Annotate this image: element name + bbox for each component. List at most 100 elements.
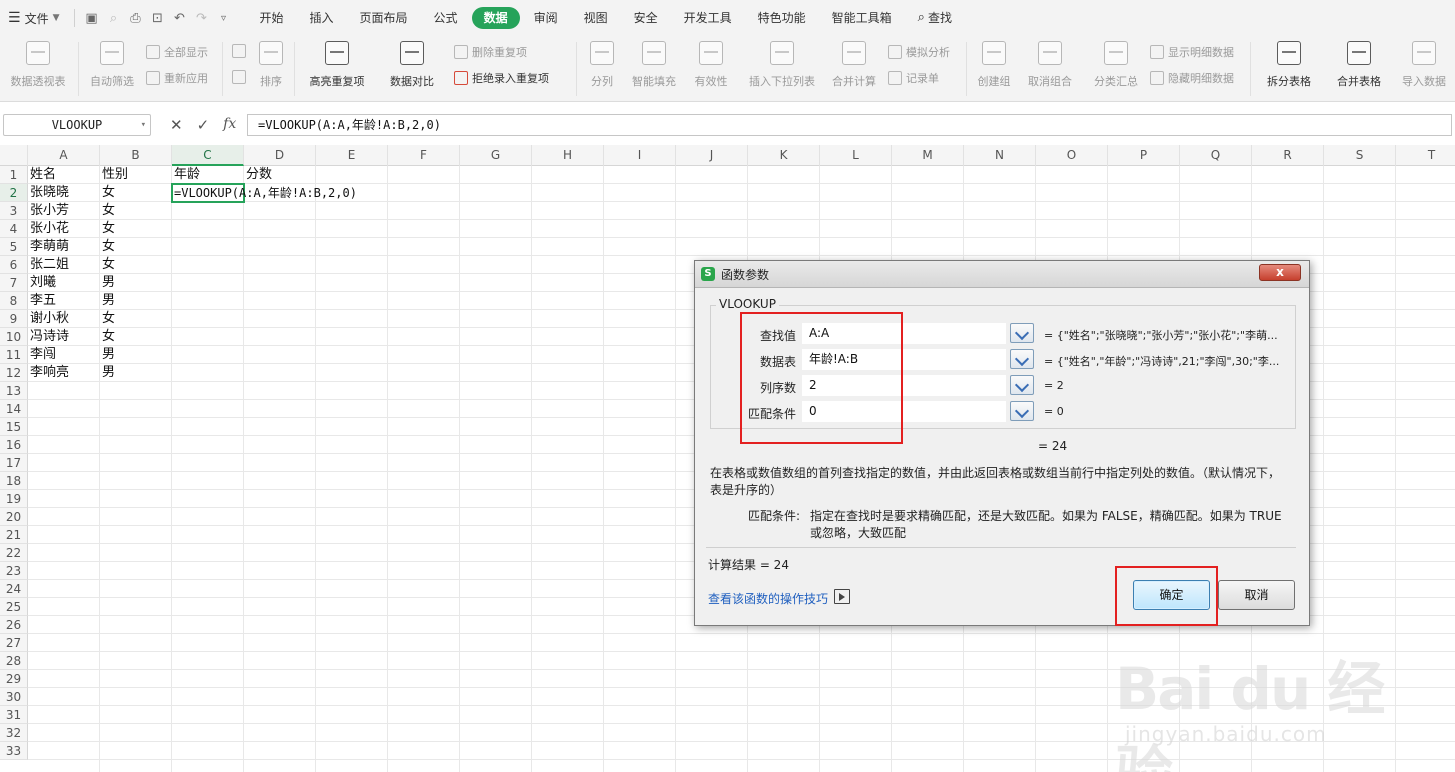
cell-B6[interactable]: 女 — [100, 256, 115, 274]
cell-C2[interactable]: =VLOOKUP(A:A,年龄!A:B,2,0) — [172, 184, 357, 202]
column-header-Q[interactable]: Q — [1180, 145, 1252, 166]
row-header-14[interactable]: 14 — [0, 400, 28, 418]
cell-A3[interactable]: 张小芳 — [28, 202, 69, 220]
cell-A12[interactable]: 李响亮 — [28, 364, 69, 382]
cell-B12[interactable]: 男 — [100, 364, 115, 382]
row-header-27[interactable]: 27 — [0, 634, 28, 652]
column-header-A[interactable]: A — [28, 145, 100, 166]
print-preview-icon[interactable]: ⊡ — [147, 7, 169, 29]
row-header-10[interactable]: 10 — [0, 328, 28, 346]
row-header-1[interactable]: 1 — [0, 166, 28, 184]
cell-A8[interactable]: 李五 — [28, 292, 56, 310]
reapply-button[interactable]: 重新应用 — [146, 70, 208, 86]
formula-input[interactable]: =VLOOKUP(A:A,年龄!A:B,2,0) — [247, 114, 1452, 136]
highlight-duplicates-button[interactable]: 高亮重复项 — [300, 36, 374, 89]
range-select-icon[interactable] — [1010, 375, 1034, 395]
tab-page-layout[interactable]: 页面布局 — [348, 7, 420, 29]
column-header-T[interactable]: T — [1396, 145, 1455, 166]
undo-icon[interactable]: ↶ — [169, 7, 191, 29]
smart-fill-button[interactable]: 智能填充 — [628, 36, 680, 89]
save-icon[interactable]: ▣ — [81, 7, 103, 29]
name-box[interactable]: VLOOKUP ▾ — [3, 114, 151, 136]
tab-home[interactable]: 开始 — [248, 7, 296, 29]
cell-A5[interactable]: 李萌萌 — [28, 238, 69, 256]
row-header-24[interactable]: 24 — [0, 580, 28, 598]
row-header-26[interactable]: 26 — [0, 616, 28, 634]
column-header-N[interactable]: N — [964, 145, 1036, 166]
cell-B3[interactable]: 女 — [100, 202, 115, 220]
function-tips-link[interactable]: 查看该函数的操作技巧 — [708, 590, 828, 607]
row-header-18[interactable]: 18 — [0, 472, 28, 490]
column-header-L[interactable]: L — [820, 145, 892, 166]
cell-C1[interactable]: 年龄 — [172, 166, 200, 184]
insert-dropdown-button[interactable]: 插入下拉列表 — [744, 36, 820, 89]
cell-A1[interactable]: 姓名 — [28, 166, 56, 184]
column-header-P[interactable]: P — [1108, 145, 1180, 166]
close-button[interactable]: x — [1259, 264, 1301, 281]
column-header-M[interactable]: M — [892, 145, 964, 166]
range-select-icon[interactable] — [1010, 401, 1034, 421]
tab-insert[interactable]: 插入 — [298, 7, 346, 29]
row-header-6[interactable]: 6 — [0, 256, 28, 274]
select-all-corner[interactable] — [0, 145, 28, 166]
row-header-20[interactable]: 20 — [0, 508, 28, 526]
row-header-2[interactable]: 2 — [0, 184, 28, 202]
tab-developer[interactable]: 开发工具 — [672, 7, 744, 29]
cell-B9[interactable]: 女 — [100, 310, 115, 328]
tab-smart-toolbox[interactable]: 智能工具箱 — [820, 7, 904, 29]
row-header-9[interactable]: 9 — [0, 310, 28, 328]
row-header-22[interactable]: 22 — [0, 544, 28, 562]
row-header-31[interactable]: 31 — [0, 706, 28, 724]
split-column-button[interactable]: 分列 — [584, 36, 620, 89]
cancel-icon[interactable]: ✕ — [170, 116, 183, 134]
row-header-4[interactable]: 4 — [0, 220, 28, 238]
cell-A11[interactable]: 李闯 — [28, 346, 56, 364]
redo-icon[interactable]: ↷ — [191, 7, 213, 29]
cell-A7[interactable]: 刘曦 — [28, 274, 56, 292]
autofilter-button[interactable]: 自动筛选 — [86, 36, 138, 89]
cell-B4[interactable]: 女 — [100, 220, 115, 238]
chevron-down-icon[interactable]: ▾ — [141, 115, 146, 135]
insert-function-icon[interactable]: fx — [223, 116, 236, 134]
row-header-16[interactable]: 16 — [0, 436, 28, 454]
file-menu[interactable]: ☰ 文件 ▼ — [0, 6, 68, 30]
import-data-button[interactable]: 导入数据 — [1398, 36, 1450, 89]
tab-data[interactable]: 数据 — [471, 7, 520, 29]
row-header-30[interactable]: 30 — [0, 688, 28, 706]
validity-button[interactable]: 有效性 — [688, 36, 734, 89]
confirm-icon[interactable]: ✓ — [197, 116, 210, 134]
dialog-title-bar[interactable]: S 函数参数 — [695, 261, 1309, 288]
row-header-29[interactable]: 29 — [0, 670, 28, 688]
cell-B11[interactable]: 男 — [100, 346, 115, 364]
record-form-button[interactable]: 记录单 — [888, 70, 939, 86]
row-header-23[interactable]: 23 — [0, 562, 28, 580]
cell-B1[interactable]: 性别 — [100, 166, 128, 184]
cell-B2[interactable]: 女 — [100, 184, 115, 202]
tab-view[interactable]: 视图 — [572, 7, 620, 29]
column-header-B[interactable]: B — [100, 145, 172, 166]
format-painter-icon[interactable]: ⌕ — [103, 7, 125, 29]
cell-A2[interactable]: 张晓晓 — [28, 184, 69, 202]
column-header-S[interactable]: S — [1324, 145, 1396, 166]
column-header-J[interactable]: J — [676, 145, 748, 166]
row-header-5[interactable]: 5 — [0, 238, 28, 256]
ungroup-button[interactable]: 取消组合 — [1020, 36, 1080, 89]
sort-button[interactable]: 排序 — [254, 36, 288, 89]
column-header-G[interactable]: G — [460, 145, 532, 166]
column-header-D[interactable]: D — [244, 145, 316, 166]
cell-A9[interactable]: 谢小秋 — [28, 310, 69, 328]
column-header-F[interactable]: F — [388, 145, 460, 166]
row-header-11[interactable]: 11 — [0, 346, 28, 364]
cell-A4[interactable]: 张小花 — [28, 220, 69, 238]
delete-duplicates-button[interactable]: 删除重复项 — [454, 44, 527, 60]
print-icon[interactable]: ⎙ — [125, 7, 147, 29]
row-header-3[interactable]: 3 — [0, 202, 28, 220]
merge-table-button[interactable]: 合并表格 — [1328, 36, 1390, 89]
row-header-13[interactable]: 13 — [0, 382, 28, 400]
row-header-32[interactable]: 32 — [0, 724, 28, 742]
cell-A10[interactable]: 冯诗诗 — [28, 328, 69, 346]
row-header-15[interactable]: 15 — [0, 418, 28, 436]
cell-A6[interactable]: 张二姐 — [28, 256, 69, 274]
column-header-H[interactable]: H — [532, 145, 604, 166]
row-header-25[interactable]: 25 — [0, 598, 28, 616]
